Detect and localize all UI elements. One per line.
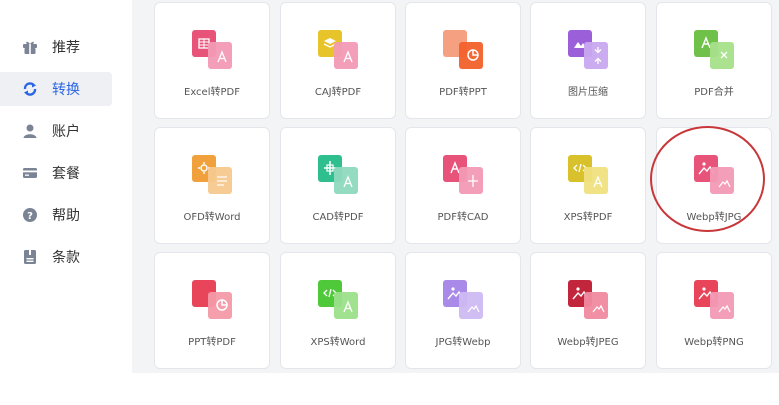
tool-card-cad-to-pdf[interactable]: CAD转PDF — [280, 127, 396, 244]
sidebar-item-terms[interactable]: 条款 — [0, 240, 112, 274]
sidebar-item-account[interactable]: 账户 — [0, 114, 112, 148]
sidebar-item-label: 转换 — [52, 82, 80, 98]
refresh-icon — [23, 82, 37, 96]
svg-text:?: ? — [27, 211, 33, 222]
tool-grid: Excel转PDF CAJ转PDF PDF转PPT 图片压缩 PDF合并 OFD… — [132, 0, 779, 373]
tool-card-label: JPG转Webp — [435, 337, 491, 348]
pdf-to-ppt-icon — [443, 30, 483, 69]
tool-card-label: OFD转Word — [183, 212, 241, 223]
sidebar-item-label: 套餐 — [52, 166, 80, 182]
pdf-merge-icon — [694, 30, 734, 69]
tool-card-pdf-to-cad[interactable]: PDF转CAD — [405, 127, 521, 244]
tool-card-xps-to-word[interactable]: XPS转Word — [280, 252, 396, 369]
tool-card-label: PDF合并 — [694, 87, 734, 98]
user-icon — [23, 124, 37, 138]
tool-card-pdf-to-ppt[interactable]: PDF转PPT — [405, 2, 521, 119]
document-icon — [24, 250, 36, 264]
tool-card-ppt-to-pdf[interactable]: PPT转PDF — [154, 252, 270, 369]
tool-card-label: XPS转Word — [310, 337, 366, 348]
webp-to-jpg-icon — [694, 155, 734, 194]
caj-to-pdf-icon — [318, 30, 358, 69]
tool-card-label: Webp转PNG — [684, 337, 744, 348]
tool-card-webp-to-jpg[interactable]: Webp转JPG — [656, 127, 772, 244]
webp-to-jpeg-icon — [568, 280, 608, 319]
tool-card-label: XPS转PDF — [563, 212, 613, 223]
tool-card-label: PPT转PDF — [188, 337, 236, 348]
tool-card-label: Webp转JPEG — [557, 337, 619, 348]
tool-card-label: Webp转JPG — [686, 212, 742, 223]
tool-card-pdf-merge[interactable]: PDF合并 — [656, 2, 772, 119]
xps-to-pdf-icon — [568, 155, 608, 194]
pdf-to-cad-icon — [443, 155, 483, 194]
sidebar-item-convert[interactable]: 转换 — [0, 72, 112, 106]
xps-to-word-icon — [318, 280, 358, 319]
question-icon: ? — [23, 208, 37, 222]
jpg-to-webp-icon — [443, 280, 483, 319]
tool-card-label: Excel转PDF — [184, 87, 240, 98]
sidebar-item-label: 帮助 — [52, 208, 80, 224]
sidebar-item-label: 推荐 — [52, 40, 80, 56]
ofd-to-word-icon — [192, 155, 232, 194]
image-compress-icon — [568, 30, 608, 69]
tool-card-caj-to-pdf[interactable]: CAJ转PDF — [280, 2, 396, 119]
tool-card-xps-to-pdf[interactable]: XPS转PDF — [530, 127, 646, 244]
tool-card-label: 图片压缩 — [568, 87, 608, 98]
sidebar-item-label: 条款 — [52, 250, 80, 266]
gift-icon — [23, 41, 37, 54]
sidebar-item-label: 账户 — [52, 124, 80, 140]
sidebar-item-recommend[interactable]: 推荐 — [0, 30, 112, 64]
webp-to-png-icon — [694, 280, 734, 319]
tool-card-label: CAD转PDF — [312, 212, 364, 223]
excel-to-pdf-icon — [192, 30, 232, 69]
tool-card-label: PDF转PPT — [439, 87, 487, 98]
sidebar-item-help[interactable]: ? 帮助 — [0, 198, 112, 232]
tool-card-ofd-to-word[interactable]: OFD转Word — [154, 127, 270, 244]
tool-card-excel-to-pdf[interactable]: Excel转PDF — [154, 2, 270, 119]
tool-card-webp-to-png[interactable]: Webp转PNG — [656, 252, 772, 369]
cad-to-pdf-icon — [318, 155, 358, 194]
tool-card-jpg-to-webp[interactable]: JPG转Webp — [405, 252, 521, 369]
tool-card-image-compress[interactable]: 图片压缩 — [530, 2, 646, 119]
tool-card-label: CAJ转PDF — [314, 87, 362, 98]
card-icon — [23, 168, 37, 178]
tool-card-webp-to-jpeg[interactable]: Webp转JPEG — [530, 252, 646, 369]
tool-card-label: PDF转CAD — [437, 212, 489, 223]
sidebar-item-plan[interactable]: 套餐 — [0, 156, 112, 190]
ppt-to-pdf-icon — [192, 280, 232, 319]
sidebar: 推荐 转换 账户 套餐 ? 帮助 条款 — [0, 0, 130, 405]
